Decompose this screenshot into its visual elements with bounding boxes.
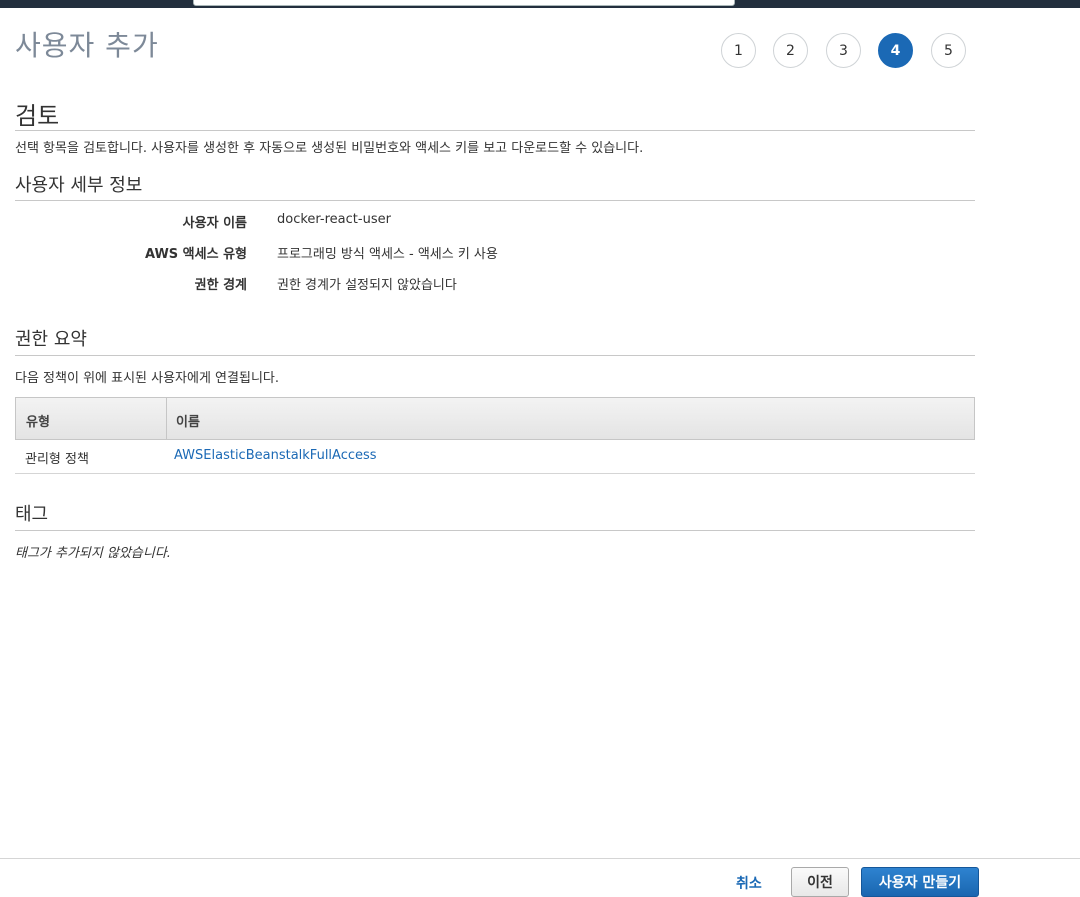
page-title: 사용자 추가 — [15, 29, 159, 62]
step-4-current[interactable]: 4 — [878, 33, 913, 68]
permission-boundary-value: 권한 경계가 설정되지 않았습니다 — [277, 278, 457, 293]
tags-empty-message: 태그가 추가되지 않았습니다. — [15, 546, 171, 561]
tags-heading: 태그 — [15, 504, 49, 525]
step-5[interactable]: 5 — [931, 33, 966, 68]
top-navigation-bar — [0, 0, 1080, 8]
step-2[interactable]: 2 — [773, 33, 808, 68]
review-heading: 검토 — [15, 102, 60, 130]
policy-name-link[interactable]: AWSElasticBeanstalkFullAccess — [174, 448, 377, 463]
username-value: docker-react-user — [277, 212, 391, 227]
access-type-label: AWS 액세스 유형 — [144, 247, 247, 262]
permissions-heading: 권한 요약 — [15, 329, 87, 350]
global-search-input[interactable] — [193, 0, 735, 6]
review-divider — [15, 130, 975, 131]
policy-type-cell: 관리형 정책 — [25, 452, 89, 467]
column-header-name[interactable]: 이름 — [176, 411, 200, 430]
table-header: 유형 이름 — [15, 397, 975, 440]
column-header-type[interactable]: 유형 — [26, 411, 50, 430]
permission-boundary-label: 권한 경계 — [194, 278, 247, 293]
access-type-value: 프로그래밍 방식 액세스 - 액세스 키 사용 — [277, 247, 498, 262]
column-divider — [166, 398, 167, 439]
cancel-button[interactable]: 취소 — [736, 873, 762, 893]
user-details-divider — [15, 200, 975, 201]
previous-button[interactable]: 이전 — [791, 867, 849, 897]
footer-divider — [0, 858, 1080, 859]
table-row: 관리형 정책 AWSElasticBeanstalkFullAccess — [15, 440, 975, 474]
step-3[interactable]: 3 — [826, 33, 861, 68]
create-user-button[interactable]: 사용자 만들기 — [861, 867, 979, 897]
permissions-description: 다음 정책이 위에 표시된 사용자에게 연결됩니다. — [15, 371, 279, 386]
review-description: 선택 항목을 검토합니다. 사용자를 생성한 후 자동으로 생성된 비밀번호와 … — [15, 141, 644, 156]
tags-divider — [15, 530, 975, 531]
step-1[interactable]: 1 — [721, 33, 756, 68]
user-details-heading: 사용자 세부 정보 — [15, 175, 143, 196]
username-label: 사용자 이름 — [182, 216, 247, 231]
permissions-divider — [15, 355, 975, 356]
